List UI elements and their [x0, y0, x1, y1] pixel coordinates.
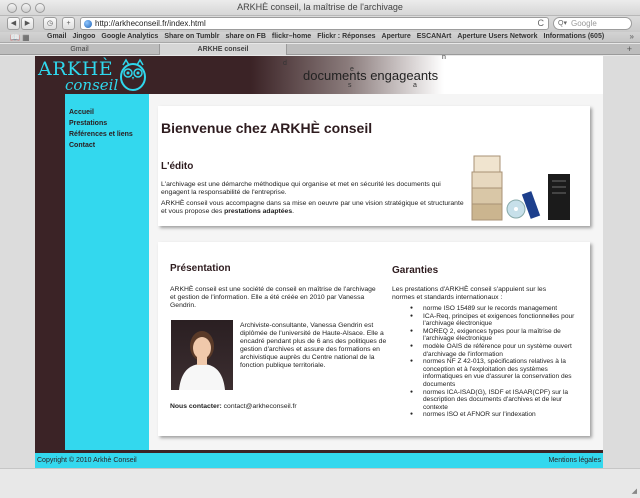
bookmark-item[interactable]: Gmail	[47, 33, 66, 40]
tagline-letter: s	[348, 82, 352, 89]
bookmark-item[interactable]: ESCANArt	[417, 33, 452, 40]
presentation-heading: Présentation	[170, 263, 231, 274]
legal-link[interactable]: Mentions légales	[548, 457, 601, 464]
logo-subtitle: conseil	[65, 76, 119, 94]
page-title: Bienvenue chez ARKHÈ conseil	[161, 120, 373, 136]
tab-arkhe[interactable]: ARKHE conseil	[160, 44, 287, 55]
garanties-list-item: MOREQ 2, exigences types pour la maîtris…	[403, 328, 588, 343]
garanties-list-item: normes ICA-ISAD(G), ISDF et ISAAR(CPF) s…	[403, 389, 588, 412]
site-banner: ARKHÈ conseil documents engageants d e s…	[35, 54, 603, 94]
search-input[interactable]: Q▾ Google	[553, 17, 632, 30]
menu-item-accueil[interactable]: Accueil	[69, 107, 149, 118]
tagline-letter: e	[350, 66, 354, 73]
portrait-photo	[171, 320, 233, 390]
portrait-image	[179, 331, 225, 390]
search-icon[interactable]: Q▾	[558, 19, 567, 27]
tagline-letter: n	[442, 54, 446, 61]
garanties-list-item: normes ISO et AFNOR sur l'indexation	[403, 411, 588, 419]
menu-item-references[interactable]: Références et liens	[69, 129, 149, 140]
garanties-list-item: norme ISO 15489 sur le records managemen…	[403, 305, 588, 313]
menu-item-contact[interactable]: Contact	[69, 140, 149, 151]
bookmark-item[interactable]: Aperture	[382, 33, 411, 40]
bookmark-item[interactable]: share on FB	[225, 33, 265, 40]
window-title: ARKHÈ conseil, la maîtrise de l'archivag…	[237, 2, 403, 12]
title-bar: ARKHÈ conseil, la maîtrise de l'archivag…	[0, 0, 640, 16]
history-button[interactable]: ◷	[43, 17, 57, 30]
page-viewport: ARKHÈ conseil documents engageants d e s…	[0, 54, 640, 468]
site-menu: Accueil Prestations Références et liens …	[65, 94, 149, 450]
garanties-list: norme ISO 15489 sur le records managemen…	[403, 305, 588, 419]
status-bar: ◢	[0, 468, 640, 498]
back-button[interactable]: ◀	[7, 17, 20, 30]
garanties-list-item: normes NF Z 42-013, spécifications relat…	[403, 358, 588, 388]
info-panel: Présentation ARKHÈ conseil est une socié…	[158, 242, 590, 436]
edito-paragraph-2: ARKHÈ conseil vous accompagne dans sa mi…	[161, 200, 464, 215]
resize-grip-icon[interactable]: ◢	[632, 487, 637, 495]
bio-paragraph: Archiviste-consultante, Vanessa Gendrin …	[240, 322, 387, 369]
address-bar[interactable]: http://arkheconseil.fr/index.html C	[80, 17, 549, 30]
search-placeholder: Google	[571, 19, 597, 28]
archive-boxes-icon	[471, 155, 570, 221]
add-bookmark-button[interactable]: +	[62, 17, 75, 30]
footer-divider	[35, 450, 603, 453]
bookmark-item[interactable]: flickr–home	[272, 33, 311, 40]
globe-icon	[84, 20, 92, 28]
browser-toolbar: ◀ ▶ ◷ + http://arkheconseil.fr/index.htm…	[0, 16, 640, 32]
site-container: ARKHÈ conseil documents engageants d e s…	[35, 54, 603, 468]
tagline-letter: d	[283, 60, 287, 67]
menu-item-prestations[interactable]: Prestations	[69, 118, 149, 129]
bookmark-item[interactable]: Share on Tumblr	[164, 33, 219, 40]
bookmark-item[interactable]: Google Analytics	[101, 33, 158, 40]
prestations-link[interactable]: prestations adaptées	[224, 208, 292, 215]
url-text[interactable]: http://arkheconseil.fr/index.html	[95, 19, 206, 28]
edito-paragraph-1: L'archivage est une démarche méthodique …	[161, 181, 441, 196]
main-content: Bienvenue chez ARKHÈ conseil L'édito L'a…	[149, 94, 603, 450]
left-stripe	[35, 94, 65, 450]
new-tab-button[interactable]: +	[627, 44, 632, 55]
contact-label: Nous contacter:	[170, 403, 222, 410]
bookmark-item[interactable]: Informations (605)	[544, 33, 605, 40]
bookmarks-bar: 📖 ▦ Gmail Jingoo Google Analytics Share on …	[0, 32, 640, 43]
garanties-heading: Garanties	[392, 265, 439, 276]
bookmarks-list: Gmail Jingoo Google Analytics Share on Tumb…	[47, 33, 610, 40]
bookmarks-overflow-icon[interactable]: »	[630, 32, 634, 41]
tab-bar: Gmail ARKHE conseil +	[0, 44, 640, 55]
bookmark-item[interactable]: Flickr : Réponses	[317, 33, 375, 40]
bookmarks-icons[interactable]: 📖 ▦	[10, 33, 30, 42]
copyright-text: Copyright © 2010 Arkhè Conseil	[37, 457, 137, 464]
owl-icon	[120, 58, 146, 91]
garanties-list-item: modèle OAIS de référence pour un système…	[403, 343, 588, 358]
tagline: documents engageants	[303, 68, 439, 83]
presentation-intro: ARKHÈ conseil est une société de conseil…	[170, 286, 376, 309]
site-footer: Copyright © 2010 Arkhè Conseil Mentions …	[35, 450, 603, 468]
contact-line: Nous contacter: contact@arkheconseil.fr	[170, 403, 390, 411]
forward-button[interactable]: ▶	[21, 17, 34, 30]
garanties-list-item: ICA-Req, principes et exigences fonction…	[403, 313, 588, 328]
contact-email-link[interactable]: contact@arkheconseil.fr	[224, 403, 297, 410]
edito-heading: L'édito	[161, 161, 194, 172]
reload-icon[interactable]: C	[538, 18, 545, 28]
tagline-letter: a	[413, 82, 417, 89]
bookmark-item[interactable]: Aperture Users Network	[457, 33, 537, 40]
bookmark-item[interactable]: Jingoo	[72, 33, 95, 40]
garanties-intro: Les prestations d'ARKHÈ conseil s'appuie…	[392, 286, 547, 301]
tab-gmail[interactable]: Gmail	[0, 44, 160, 55]
welcome-panel: Bienvenue chez ARKHÈ conseil L'édito L'a…	[158, 106, 590, 226]
